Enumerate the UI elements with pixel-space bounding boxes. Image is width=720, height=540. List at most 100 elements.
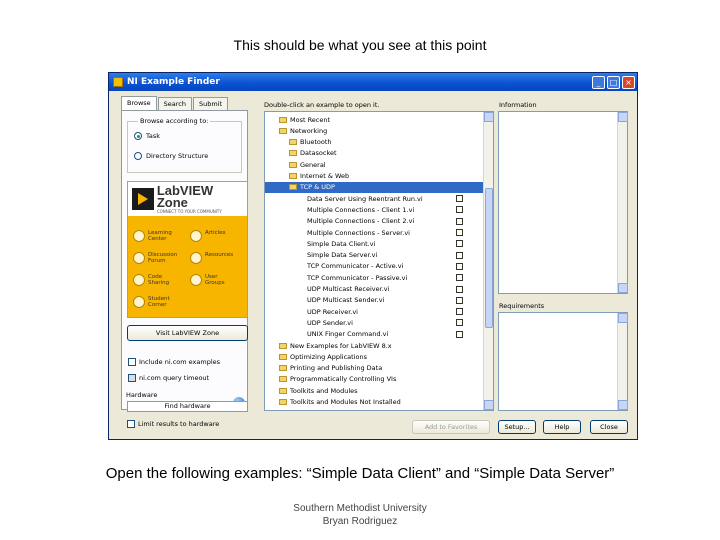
zone-brand: LabVIEW Zone (156, 182, 214, 210)
tree-item-vi[interactable]: Multiple Connections - Client 2.vi (265, 216, 484, 227)
tree-item-folder[interactable]: General (265, 159, 484, 170)
tree-item-vi[interactable]: UDP Multicast Sender.vi (265, 295, 484, 306)
tree-item-folder[interactable]: Optimizing Applications (265, 351, 484, 362)
tree-item-vi[interactable]: UDP Multicast Receiver.vi (265, 284, 484, 295)
query-timeout-control[interactable]: ni.com query timeout (128, 374, 209, 382)
tree-item-label: TCP Communicator - Passive.vi (307, 273, 408, 282)
tree-item-label: Most Recent (290, 115, 331, 124)
tree-item-vi[interactable]: Simple Data Server.vi (265, 250, 484, 261)
tree-item-vi[interactable]: UNIX Finger Command.vi (265, 329, 484, 340)
folder-icon (279, 376, 287, 383)
tree-item-vi[interactable]: Multiple Connections - Client 1.vi (265, 204, 484, 215)
scroll-up-arrow-icon[interactable] (618, 112, 628, 122)
tree-item-vi[interactable]: TCP Communicator - Active.vi (265, 261, 484, 272)
minimize-button[interactable]: _ (592, 75, 605, 89)
labview-logo-icon (132, 188, 154, 210)
folder-icon (279, 399, 287, 405)
vi-icon (456, 206, 463, 214)
tree-scrollbar[interactable] (483, 112, 493, 410)
tree-item-label: Networking (290, 126, 328, 135)
student-icon (133, 296, 145, 308)
find-hardware-dropdown[interactable]: Find hardware (127, 401, 248, 412)
slide-caption: Open the following examples: “Simple Dat… (105, 465, 615, 482)
setup-button[interactable]: Setup... (498, 420, 536, 434)
article-icon (190, 230, 202, 242)
scroll-down-arrow-icon[interactable] (618, 283, 628, 293)
vi-icon (456, 217, 463, 225)
tree-item-folder[interactable]: Printing and Publishing Data (265, 363, 484, 374)
maximize-button[interactable]: □ (607, 75, 620, 89)
tree-item-label: Multiple Connections - Client 1.vi (307, 205, 415, 214)
tree-item-label: Datasocket (300, 149, 337, 158)
tree-item-folder[interactable]: New Examples for LabVIEW 8.x (265, 340, 484, 351)
tree-item-vi[interactable]: Simple Data Client.vi (265, 238, 484, 249)
tree-item-folder[interactable]: Most Recent (265, 114, 484, 125)
vi-icon (456, 296, 463, 304)
slide-title: This should be what you see at this poin… (233, 37, 487, 53)
include-examples-checkbox[interactable]: Include ni.com examples (128, 358, 220, 366)
tree-item-folder[interactable]: TCP & UDP (265, 181, 484, 193)
vi-icon (456, 229, 463, 236)
tree-item-folder[interactable]: Datasocket (265, 148, 484, 159)
zone-item-discussion-forum[interactable]: Discussion Forum (133, 252, 182, 264)
tree-item-folder[interactable]: Networking (265, 125, 484, 136)
zone-item-label: Articles (205, 230, 226, 236)
app-icon (113, 77, 123, 87)
tree-item-label: Optimizing Applications (290, 352, 367, 361)
close-button[interactable]: Close (590, 420, 628, 434)
tree-item-label: UNIX Finger Command.vi (307, 330, 389, 339)
tree-item-folder[interactable]: Internet & Web (265, 171, 484, 182)
scroll-down-arrow-icon[interactable] (618, 400, 628, 410)
tree-item-vi[interactable]: Data Server Using Reentrant Run.vi (265, 193, 484, 204)
tree-item-label: Printing and Publishing Data (290, 364, 383, 373)
requirements-scrollbar[interactable] (617, 313, 628, 410)
radio-directory-structure[interactable]: Directory Structure (134, 152, 208, 160)
folder-icon (289, 150, 297, 157)
tree-item-folder[interactable]: Toolkits and Modules (265, 385, 484, 396)
close-window-button[interactable]: × (622, 75, 635, 89)
scroll-up-arrow-icon[interactable] (618, 313, 628, 323)
limit-results-checkbox[interactable]: Limit results to hardware (127, 420, 219, 428)
radio-selected-icon (134, 132, 142, 140)
requirements-label: Requirements (499, 302, 545, 310)
tree-item-vi[interactable]: UDP Sender.vi (265, 317, 484, 328)
help-button[interactable]: Help (543, 420, 581, 434)
tree-item-vi[interactable]: TCP Communicator - Passive.vi (265, 272, 484, 283)
limit-results-label: Limit results to hardware (138, 420, 220, 428)
tree-item-vi[interactable]: Multiple Connections - Server.vi (265, 227, 484, 238)
tree-item-vi[interactable]: UDP Receiver.vi (265, 306, 484, 317)
scroll-thumb[interactable] (485, 188, 493, 328)
code-icon (133, 274, 145, 286)
examples-tree[interactable]: Most Recent Networking Bluetooth Datasocket… (264, 111, 494, 411)
tree-item-label: Toolkits and Modules (290, 386, 358, 395)
hardware-label: Hardware (126, 391, 158, 399)
zone-item-student-corner[interactable]: Student Corner (133, 296, 176, 308)
tree-item-folder[interactable]: Toolkits and Modules Not Installed (265, 397, 484, 408)
scroll-down-arrow-icon[interactable] (484, 400, 493, 410)
radio-task[interactable]: Task (134, 132, 160, 140)
tree-item-label: New Examples for LabVIEW 8.x (290, 341, 392, 350)
tab-search[interactable]: Search (157, 97, 193, 110)
visit-labview-zone-button[interactable]: Visit LabVIEW Zone (127, 325, 248, 341)
tree-item-label: Toolkits and Modules Not Installed (290, 398, 401, 406)
tree-item-folder[interactable]: Programmatically Controlling VIs (265, 374, 484, 385)
slide-footer: Southern Methodist University Bryan Rodr… (0, 502, 720, 528)
labview-zone-banner[interactable]: LabVIEW Zone CONNECT TO YOUR COMMUNITY L… (127, 181, 248, 318)
info-scrollbar[interactable] (617, 112, 628, 293)
zone-item-learning-center[interactable]: Learning Center (133, 230, 178, 242)
tree-item-label: General (300, 160, 326, 169)
add-to-favorites-button[interactable]: Add to Favorites (412, 420, 490, 434)
tree-item-folder[interactable]: Bluetooth (265, 137, 484, 148)
requirements-box[interactable] (498, 312, 628, 411)
tab-submit[interactable]: Submit (193, 97, 229, 110)
example-finder-window: NI Example Finder _ □ × Browse Search Su… (108, 72, 638, 440)
zone-item-user-groups[interactable]: User Groups (190, 274, 229, 286)
zone-item-resources[interactable]: Resources (190, 252, 233, 264)
zone-item-articles[interactable]: Articles (190, 230, 226, 242)
information-box[interactable] (498, 111, 628, 294)
tab-browse[interactable]: Browse (121, 96, 157, 110)
folder-icon (279, 365, 287, 372)
title-bar[interactable]: NI Example Finder _ □ × (109, 73, 637, 91)
zone-item-code-sharing[interactable]: Code Sharing (133, 274, 176, 286)
scroll-up-arrow-icon[interactable] (484, 112, 493, 122)
